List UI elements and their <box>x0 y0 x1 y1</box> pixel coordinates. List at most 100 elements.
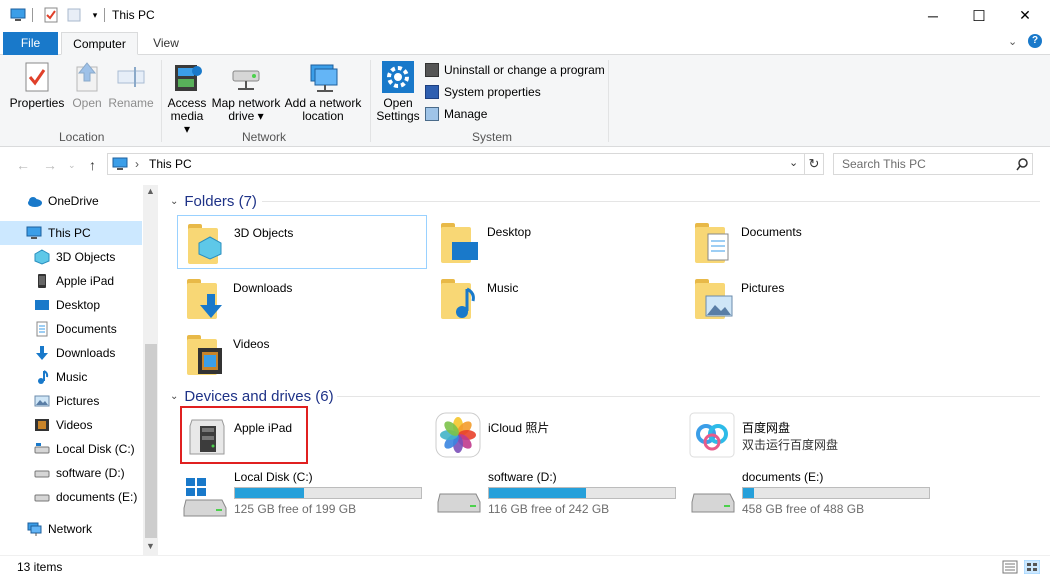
properties-button[interactable]: Properties <box>8 61 66 110</box>
breadcrumb[interactable]: This PC <box>149 157 192 171</box>
pc-icon[interactable] <box>10 7 26 23</box>
details-view-icon[interactable] <box>1002 560 1018 574</box>
address-dropdown-chevron-icon[interactable]: ⌄ <box>789 156 798 169</box>
ipad-icon <box>34 273 50 289</box>
scrollbar-thumb[interactable] <box>145 344 157 538</box>
desktop-icon <box>34 297 50 313</box>
device-tile-icloud-photos[interactable]: iCloud 照片 <box>431 406 681 460</box>
manage-button[interactable]: Manage <box>425 105 487 123</box>
nav-label: Local Disk (C:) <box>56 442 135 456</box>
nav-item-pictures[interactable]: Pictures <box>0 389 142 413</box>
maximize-button[interactable]: ☐ <box>956 0 1002 31</box>
drive-name: Local Disk (C:) <box>234 470 313 484</box>
add-network-location-button[interactable]: Add a network location <box>284 61 362 123</box>
tab-computer[interactable]: Computer <box>61 32 138 55</box>
separator <box>104 8 105 22</box>
system-properties-button[interactable]: System properties <box>425 83 541 101</box>
open-settings-button[interactable]: Open Settings <box>375 61 421 123</box>
device-name: iCloud 照片 <box>488 421 550 435</box>
rename-button[interactable]: Rename <box>108 61 154 110</box>
scroll-down-arrow-icon[interactable]: ▼ <box>146 541 155 551</box>
network-drive-icon <box>230 61 262 93</box>
address-bar[interactable]: › This PC ⌄ <box>107 153 805 175</box>
properties-icon <box>21 61 53 93</box>
ipad-icon <box>186 412 228 458</box>
3d-objects-icon <box>34 249 50 265</box>
nav-item-software-d[interactable]: software (D:) <box>0 461 142 485</box>
drive-tile-local-disk-c[interactable]: Local Disk (C:) 125 GB free of 199 GB <box>178 468 428 518</box>
folder-tile-pictures[interactable]: Pictures <box>685 271 935 325</box>
nav-item-network[interactable]: Network <box>0 517 142 541</box>
devices-group-header[interactable]: ⌄ Devices and drives (6) <box>170 386 334 406</box>
device-tile-baidu-netdisk[interactable]: 百度网盘 双击运行百度网盘 <box>685 406 935 460</box>
folder-tile-downloads[interactable]: Downloads <box>177 271 427 325</box>
minimize-button[interactable]: ─ <box>910 0 956 31</box>
chevron-down-icon[interactable]: ⌄ <box>1008 35 1017 48</box>
nav-item-onedrive[interactable]: OneDrive <box>0 189 142 213</box>
navigation-pane: OneDrive This PC 3D Objects Apple iPad D… <box>0 185 158 555</box>
devices-header-label: Devices and drives (6) <box>184 387 334 405</box>
refresh-icon[interactable]: ↻ <box>804 153 824 175</box>
nav-item-documents-e[interactable]: documents (E:) <box>0 485 142 509</box>
folder-tile-documents[interactable]: Documents <box>685 215 935 269</box>
drive-icon <box>436 480 482 519</box>
nav-label: 3D Objects <box>56 250 116 264</box>
network-location-icon <box>307 61 339 93</box>
scroll-up-arrow-icon[interactable]: ▲ <box>146 186 155 196</box>
nav-item-music[interactable]: Music <box>0 365 142 389</box>
nav-label: documents (E:) <box>56 490 138 504</box>
tab-file[interactable]: File <box>3 32 58 55</box>
documents-icon <box>34 321 50 337</box>
properties-icon[interactable] <box>43 7 59 23</box>
nav-label: Music <box>56 370 88 384</box>
collapse-chevron-icon[interactable]: ⌄ <box>170 391 178 402</box>
customize-toolbar-icon[interactable]: ▾ <box>87 7 103 23</box>
folder-tile-videos[interactable]: Videos <box>177 327 427 381</box>
forward-arrow-icon[interactable]: → <box>43 157 57 173</box>
back-arrow-icon[interactable]: ← <box>16 157 30 173</box>
breadcrumb-separator[interactable]: › <box>135 157 139 171</box>
device-tile-apple-ipad[interactable]: Apple iPad <box>180 406 308 464</box>
nav-label: This PC <box>48 226 91 240</box>
drive-tile-software-d[interactable]: software (D:) 116 GB free of 242 GB <box>432 468 682 518</box>
nav-item-downloads[interactable]: Downloads <box>0 341 142 365</box>
help-icon[interactable]: ? <box>1028 34 1042 48</box>
pc-icon <box>26 225 42 241</box>
map-network-drive-button[interactable]: Map network drive ▾ <box>210 61 282 123</box>
access-media-button[interactable]: Access media ▾ <box>166 61 208 136</box>
folder-name: Music <box>487 281 519 295</box>
drive-usage-bar <box>488 487 676 499</box>
nav-item-documents[interactable]: Documents <box>0 317 142 341</box>
nav-item-this-pc[interactable]: This PC <box>0 221 142 245</box>
search-input[interactable]: Search This PC <box>833 153 1033 175</box>
nav-item-apple-ipad[interactable]: Apple iPad <box>0 269 142 293</box>
new-folder-icon[interactable] <box>66 7 82 23</box>
nav-label: Videos <box>56 418 93 432</box>
drive-name: documents (E:) <box>742 470 824 484</box>
item-count: 13 items <box>17 560 63 574</box>
up-arrow-icon[interactable]: ↑ <box>89 157 96 173</box>
recent-locations-chevron-icon[interactable]: ⌄ <box>68 160 76 171</box>
close-button[interactable]: ✕ <box>1002 0 1048 31</box>
folder-tile-music[interactable]: Music <box>431 271 681 325</box>
nav-label: Apple iPad <box>56 274 115 288</box>
collapse-chevron-icon[interactable]: ⌄ <box>170 196 178 207</box>
properties-label: Properties <box>9 96 65 110</box>
open-button[interactable]: Open <box>70 61 104 110</box>
uninstall-program-button[interactable]: Uninstall or change a program <box>425 61 605 79</box>
folder-tile-desktop[interactable]: Desktop <box>431 215 681 269</box>
folders-group-header[interactable]: ⌄ Folders (7) <box>170 191 257 211</box>
music-icon <box>439 275 481 321</box>
search-icon <box>1016 158 1028 171</box>
add-location-label-2: location <box>302 109 344 123</box>
nav-item-local-disk-c[interactable]: Local Disk (C:) <box>0 437 142 461</box>
tab-view[interactable]: View <box>140 32 192 55</box>
tiles-view-icon[interactable] <box>1024 560 1040 574</box>
folder-tile-3d-objects[interactable]: 3D Objects <box>177 215 427 269</box>
3d-objects-icon <box>186 220 228 266</box>
nav-item-3d-objects[interactable]: 3D Objects <box>0 245 142 269</box>
open-icon <box>71 61 103 93</box>
nav-item-videos[interactable]: Videos <box>0 413 142 437</box>
nav-item-desktop[interactable]: Desktop <box>0 293 142 317</box>
drive-tile-documents-e[interactable]: documents (E:) 458 GB free of 488 GB <box>686 468 936 518</box>
